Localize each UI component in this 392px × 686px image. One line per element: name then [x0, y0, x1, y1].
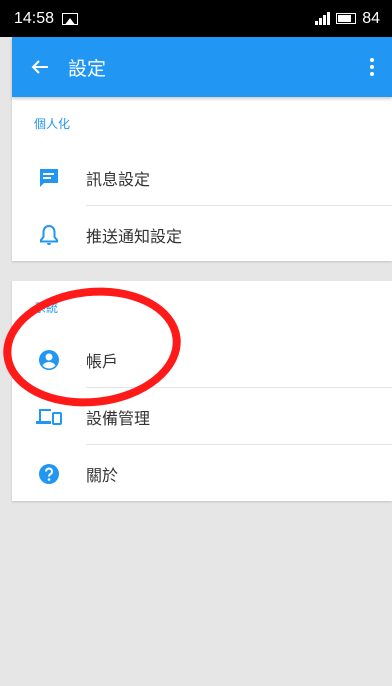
more-options-button[interactable] [352, 37, 392, 97]
help-icon-wrap [12, 463, 86, 485]
bell-icon-wrap [12, 224, 86, 246]
image-notification-icon [62, 12, 79, 25]
message-settings-label: 訊息設定 [86, 169, 151, 189]
status-bar: 14:58 84 [0, 0, 392, 37]
personalization-card: 個人化 訊息設定 推送通知設定 [12, 97, 392, 261]
devices-icon-wrap [12, 407, 86, 427]
about-label: 關於 [86, 465, 119, 485]
push-notification-settings-item[interactable]: 推送通知設定 [12, 206, 392, 263]
devices-icon [36, 408, 62, 425]
message-icon-wrap [12, 167, 86, 189]
page-title: 設定 [68, 57, 107, 80]
section-header-personalization: 個人化 [34, 117, 71, 131]
settings-screen: 14:58 84 設定 個人化 訊息設定 推送通知設定 系統 帳戶 設備管理 關… [0, 0, 392, 686]
device-management-label: 設備管理 [86, 408, 151, 428]
status-bar-left: 14:58 [14, 9, 79, 28]
about-item[interactable]: 關於 [12, 445, 392, 502]
arrow-left-icon [31, 60, 48, 74]
status-bar-right: 84 [315, 10, 380, 28]
message-icon [40, 168, 58, 187]
battery-icon [336, 13, 357, 24]
signal-icon [315, 12, 331, 25]
app-bar: 設定 [12, 37, 392, 97]
battery-level: 84 [362, 9, 380, 27]
more-vert-icon [370, 58, 374, 62]
more-vert-icon-dot [370, 65, 374, 69]
message-settings-item[interactable]: 訊息設定 [12, 149, 392, 206]
back-button[interactable] [12, 37, 68, 97]
more-vert-icon-dot [370, 72, 374, 76]
bell-icon [40, 224, 58, 245]
push-notification-settings-label: 推送通知設定 [86, 226, 183, 246]
status-time: 14:58 [14, 9, 55, 27]
help-icon [39, 463, 59, 484]
